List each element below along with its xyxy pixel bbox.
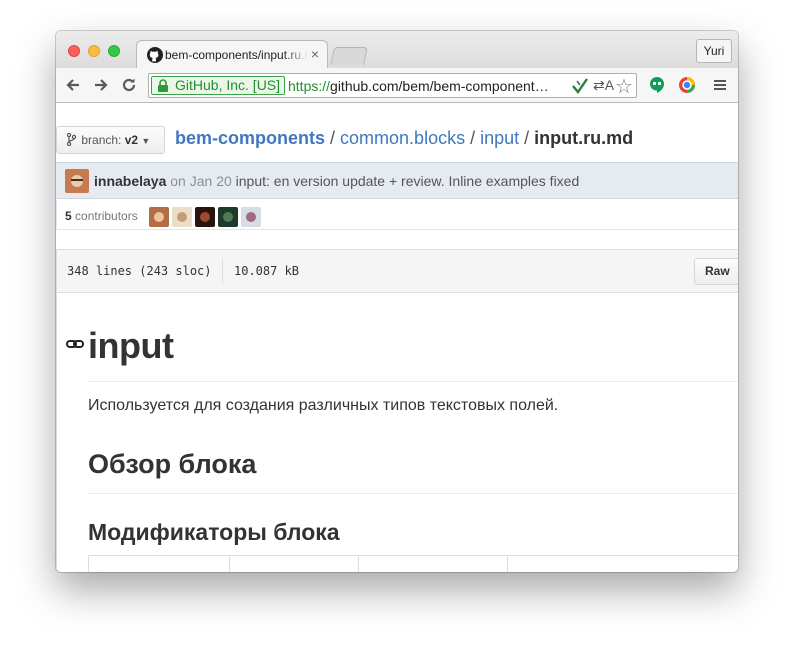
reload-icon[interactable] <box>120 76 138 94</box>
contributors-count[interactable]: 5 contributors <box>65 209 138 223</box>
contributor-avatar[interactable] <box>149 207 169 227</box>
contributors-bar: 5 contributors <box>56 200 738 230</box>
zoom-window-button[interactable] <box>108 45 120 57</box>
tab-strip: bem-components/input.ru.md × Yuri <box>56 31 738 68</box>
minimize-window-button[interactable] <box>88 45 100 57</box>
intro-paragraph: Используется для создания различных типо… <box>88 397 559 414</box>
url-scheme: https:// <box>288 78 331 94</box>
heading-h1: input <box>88 325 174 366</box>
extension-checkmark-icon[interactable] <box>571 78 589 94</box>
translate-icon[interactable]: ⇄A <box>593 77 614 93</box>
divider <box>222 259 223 283</box>
commit-author-link[interactable]: innabelaya <box>94 173 166 189</box>
breadcrumb-separator: / <box>465 128 481 148</box>
browser-toolbar: GitHub, Inc. [US] https://github.com/bem… <box>56 68 738 103</box>
raw-button[interactable]: Raw <box>694 258 738 285</box>
browser-window: bem-components/input.ru.md × Yuri GitHub… <box>56 31 738 572</box>
latest-commit-bar: innabelaya on Jan 20 input: en version u… <box>56 162 738 199</box>
forward-arrow-icon[interactable] <box>92 76 110 94</box>
table-border <box>229 556 230 572</box>
ev-certificate-badge[interactable]: GitHub, Inc. [US] <box>151 76 285 95</box>
hamburger-menu-icon[interactable] <box>711 76 729 94</box>
breadcrumb-separator: / <box>325 128 341 148</box>
colorful-extension-icon[interactable] <box>678 76 696 94</box>
link-anchor-icon[interactable] <box>66 337 84 351</box>
hangouts-icon[interactable] <box>648 76 666 94</box>
browser-tab[interactable]: bem-components/input.ru.md × <box>136 40 328 68</box>
heading-h3: Модификаторы блока <box>88 519 340 545</box>
new-tab-button[interactable] <box>330 47 368 65</box>
tab-title: bem-components/input.ru.md <box>165 48 309 62</box>
contributor-avatar[interactable] <box>195 207 215 227</box>
table-border <box>507 556 508 572</box>
contributor-avatar[interactable] <box>241 207 261 227</box>
branch-selector-button[interactable]: branch: v2 ▼ <box>56 126 165 154</box>
file-size: 10.087 kB <box>234 264 300 278</box>
breadcrumb-repo-link[interactable]: bem-components <box>175 128 325 148</box>
contributor-avatar[interactable] <box>172 207 192 227</box>
breadcrumb-dir-link[interactable]: input <box>480 128 519 148</box>
lock-icon <box>158 79 168 92</box>
heading-h2: Обзор блока <box>88 449 257 479</box>
profile-button[interactable]: Yuri <box>696 39 732 63</box>
file-line-count: 348 lines (243 sloc) <box>67 264 212 278</box>
table-border <box>358 556 359 572</box>
commit-date: on Jan 20 <box>170 173 232 189</box>
ev-label: GitHub, Inc. [US] <box>175 77 281 93</box>
modifiers-table <box>88 555 738 572</box>
branch-label: branch: <box>81 133 122 147</box>
table-border <box>88 556 89 572</box>
url-text[interactable]: https://github.com/bem/bem-component… <box>288 78 568 94</box>
url-path: github.com/bem/bem-component… <box>330 78 549 94</box>
contributor-avatar[interactable] <box>218 207 238 227</box>
branch-name: v2 <box>124 133 139 147</box>
breadcrumb-separator: / <box>519 128 535 148</box>
file-header: 348 lines (243 sloc) 10.087 kB Raw <box>56 249 738 293</box>
heading-underline <box>88 381 738 382</box>
author-avatar[interactable] <box>65 169 89 193</box>
contributors-label: contributors <box>75 209 138 223</box>
back-arrow-icon[interactable] <box>64 76 82 94</box>
commit-summary: innabelaya on Jan 20 input: en version u… <box>94 173 579 189</box>
github-favicon-icon <box>147 47 163 63</box>
bookmark-star-icon[interactable]: ☆ <box>615 74 633 98</box>
commit-message-link[interactable]: input: en version update + review. Inlin… <box>236 173 580 189</box>
address-bar[interactable]: GitHub, Inc. [US] https://github.com/bem… <box>148 73 637 98</box>
breadcrumb-current-file: input.ru.md <box>534 128 634 148</box>
tab-close-icon[interactable]: × <box>311 46 319 62</box>
chevron-down-icon: ▼ <box>141 136 151 146</box>
heading-underline <box>88 493 738 494</box>
breadcrumb-dir-link[interactable]: common.blocks <box>340 128 465 148</box>
close-window-button[interactable] <box>68 45 80 57</box>
contributors-number: 5 <box>65 209 72 223</box>
markdown-body: input Используется для создания различны… <box>56 293 738 572</box>
github-page: branch: v2 ▼ bem-components / common.blo… <box>56 104 738 572</box>
breadcrumb: bem-components / common.blocks / input /… <box>175 128 633 149</box>
git-branch-icon <box>66 132 77 147</box>
